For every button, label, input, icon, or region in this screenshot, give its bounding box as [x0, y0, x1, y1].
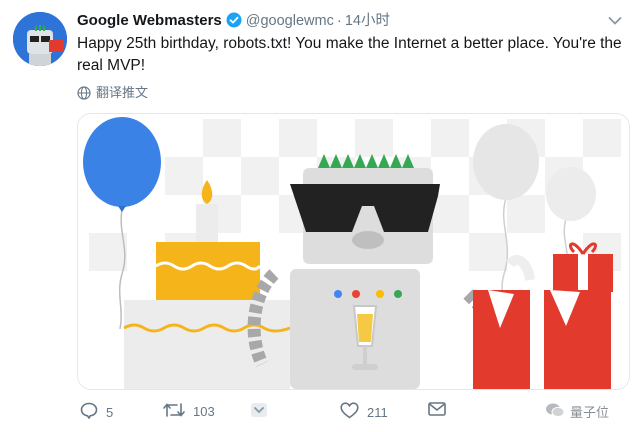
- watermark-text: 量子位: [570, 405, 610, 420]
- chevron-down-icon[interactable]: [608, 13, 622, 31]
- like-button[interactable]: 211: [340, 402, 388, 422]
- reply-icon: [80, 402, 106, 422]
- reply-button[interactable]: 5: [80, 402, 113, 422]
- timestamp[interactable]: 14小时: [345, 13, 390, 29]
- direct-message-button[interactable]: [428, 402, 454, 419]
- tweet-media-image[interactable]: [77, 113, 630, 390]
- share-button[interactable]: [250, 402, 276, 421]
- retweet-button[interactable]: 103: [163, 402, 215, 421]
- retweet-count: 103: [193, 404, 215, 419]
- envelope-icon: [428, 402, 454, 419]
- like-count: 211: [367, 404, 388, 420]
- avatar[interactable]: [13, 12, 67, 66]
- author-name[interactable]: Google Webmasters: [77, 12, 222, 29]
- translate-link[interactable]: 翻译推文: [77, 82, 148, 101]
- verified-badge-icon: [226, 12, 242, 32]
- share-icon: [250, 402, 276, 421]
- retweet-icon: [163, 402, 193, 421]
- heart-icon: [340, 402, 367, 422]
- watermark: 量子位: [545, 402, 609, 421]
- wechat-icon: [545, 402, 570, 421]
- tweet-header: Google Webmasters @googlewmc · 14小时: [77, 9, 390, 32]
- globe-icon: [77, 85, 96, 100]
- author-handle[interactable]: @googlewmc: [246, 13, 334, 29]
- separator-dot: ·: [336, 12, 342, 29]
- reply-count: 5: [106, 404, 114, 420]
- tweet-text: Happy 25th birthday, robots.txt! You mak…: [77, 35, 622, 74]
- translate-label: 翻译推文: [96, 85, 149, 100]
- tweet-actions-bar: 5 103 211: [0, 398, 640, 428]
